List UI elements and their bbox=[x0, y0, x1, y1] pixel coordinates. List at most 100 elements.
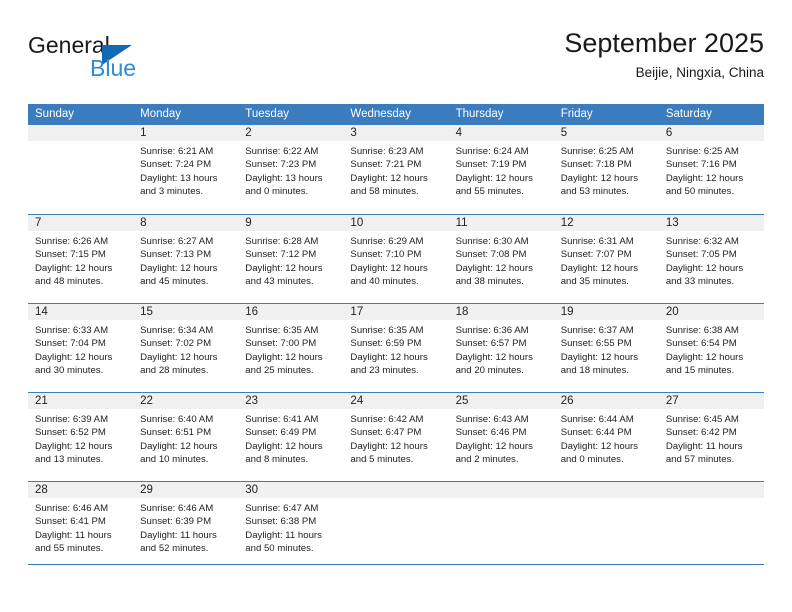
day-number bbox=[28, 125, 134, 141]
calendar-day-cell[interactable]: 13 Sunrise: 6:32 AM Sunset: 7:05 PM Dayligh… bbox=[658, 215, 764, 303]
calendar-day-cell[interactable]: 24 Sunrise: 6:42 AM Sunset: 6:47 PM Dayligh… bbox=[343, 393, 449, 481]
day-info-daylight2: and 38 minutes. bbox=[455, 275, 524, 287]
calendar-day-cell[interactable]: 3 Sunrise: 6:23 AM Sunset: 7:21 PM Daylight… bbox=[343, 125, 449, 214]
title-block: September 2025 Beijie, Ningxia, China bbox=[564, 26, 764, 84]
day-sun-info: Sunrise: 6:42 AM Sunset: 6:47 PM Daylight:… bbox=[343, 409, 448, 466]
calendar-day-cell[interactable]: 1 Sunrise: 6:21 AM Sunset: 7:24 PM Daylight… bbox=[133, 125, 239, 214]
day-number: 4 bbox=[448, 125, 554, 141]
day-info-sunset: Sunset: 6:42 PM bbox=[665, 427, 737, 439]
day-info-sunrise: Sunrise: 6:21 AM bbox=[140, 146, 214, 157]
day-info-daylight1: Daylight: 12 hours bbox=[140, 440, 218, 452]
day-info-sunset: Sunset: 7:13 PM bbox=[140, 249, 212, 261]
day-number: 15 bbox=[133, 304, 239, 320]
day-info-sunset: Sunset: 7:02 PM bbox=[140, 338, 212, 350]
day-info-daylight1: Daylight: 11 hours bbox=[245, 529, 322, 541]
day-sun-info: Sunrise: 6:46 AM Sunset: 6:41 PM Daylight:… bbox=[28, 498, 133, 555]
calendar-day-cell-empty bbox=[448, 482, 554, 564]
calendar-day-cell[interactable]: 23 Sunrise: 6:41 AM Sunset: 6:49 PM Dayligh… bbox=[238, 393, 344, 481]
day-sun-info: Sunrise: 6:37 AM Sunset: 6:55 PM Daylight:… bbox=[554, 320, 659, 377]
calendar-day-cell[interactable]: 21 Sunrise: 6:39 AM Sunset: 6:52 PM Dayligh… bbox=[28, 393, 134, 481]
calendar-day-cell[interactable]: 29 Sunrise: 6:46 AM Sunset: 6:39 PM Dayligh… bbox=[133, 482, 239, 564]
day-number bbox=[343, 482, 449, 498]
day-sun-info: Sunrise: 6:38 AM Sunset: 6:54 PM Daylight:… bbox=[659, 320, 764, 377]
day-sun-info: Sunrise: 6:31 AM Sunset: 7:07 PM Daylight:… bbox=[554, 231, 659, 288]
day-info-daylight1: Daylight: 12 hours bbox=[350, 172, 428, 184]
day-sun-info: Sunrise: 6:28 AM Sunset: 7:12 PM Daylight:… bbox=[238, 231, 343, 288]
calendar-day-cell[interactable]: 7 Sunrise: 6:26 AM Sunset: 7:15 PM Daylight… bbox=[28, 215, 134, 303]
day-info-sunrise: Sunrise: 6:43 AM bbox=[455, 414, 529, 425]
day-info-daylight1: Daylight: 13 hours bbox=[140, 172, 218, 184]
calendar-day-cell[interactable]: 19 Sunrise: 6:37 AM Sunset: 6:55 PM Dayligh… bbox=[553, 304, 659, 392]
day-info-sunset: Sunset: 7:16 PM bbox=[665, 159, 737, 171]
day-info-daylight1: Daylight: 11 hours bbox=[140, 529, 217, 541]
day-info-daylight2: and 58 minutes. bbox=[350, 185, 419, 197]
day-info-sunset: Sunset: 7:21 PM bbox=[350, 159, 422, 171]
calendar-day-cell[interactable]: 2 Sunrise: 6:22 AM Sunset: 7:23 PM Daylight… bbox=[238, 125, 344, 214]
calendar-week-row: 1 Sunrise: 6:21 AM Sunset: 7:24 PM Daylight… bbox=[28, 125, 764, 214]
day-info-sunrise: Sunrise: 6:22 AM bbox=[245, 146, 319, 157]
day-info-daylight1: Daylight: 12 hours bbox=[455, 172, 533, 184]
calendar-day-cell[interactable]: 30 Sunrise: 6:47 AM Sunset: 6:38 PM Dayligh… bbox=[238, 482, 344, 564]
calendar-day-cell[interactable]: 12 Sunrise: 6:31 AM Sunset: 7:07 PM Dayligh… bbox=[553, 215, 659, 303]
calendar-day-cell[interactable]: 9 Sunrise: 6:28 AM Sunset: 7:12 PM Daylight… bbox=[238, 215, 344, 303]
day-info-sunrise: Sunrise: 6:31 AM bbox=[560, 236, 634, 247]
calendar-day-cell[interactable]: 20 Sunrise: 6:38 AM Sunset: 6:54 PM Dayligh… bbox=[658, 304, 764, 392]
day-sun-info: Sunrise: 6:35 AM Sunset: 7:00 PM Daylight:… bbox=[238, 320, 343, 377]
day-sun-info: Sunrise: 6:34 AM Sunset: 7:02 PM Daylight:… bbox=[133, 320, 238, 377]
day-info-daylight1: Daylight: 13 hours bbox=[245, 172, 323, 184]
day-info-daylight2: and 33 minutes. bbox=[665, 275, 735, 287]
calendar-day-cell[interactable]: 17 Sunrise: 6:35 AM Sunset: 6:59 PM Dayligh… bbox=[343, 304, 449, 392]
day-info-sunset: Sunset: 7:24 PM bbox=[140, 159, 212, 171]
calendar-day-cell[interactable]: 5 Sunrise: 6:25 AM Sunset: 7:18 PM Daylight… bbox=[553, 125, 659, 214]
calendar-day-cell[interactable]: 18 Sunrise: 6:36 AM Sunset: 6:57 PM Dayligh… bbox=[448, 304, 554, 392]
day-info-sunrise: Sunrise: 6:24 AM bbox=[455, 146, 529, 157]
day-info-sunrise: Sunrise: 6:39 AM bbox=[35, 414, 109, 425]
weekday-header-monday: Monday bbox=[140, 108, 182, 120]
day-info-sunrise: Sunrise: 6:37 AM bbox=[560, 325, 634, 336]
day-info-sunset: Sunset: 6:47 PM bbox=[350, 427, 422, 439]
calendar-day-cell[interactable]: 26 Sunrise: 6:44 AM Sunset: 6:44 PM Dayligh… bbox=[553, 393, 659, 481]
day-info-sunrise: Sunrise: 6:35 AM bbox=[245, 325, 319, 336]
day-number: 8 bbox=[133, 215, 239, 231]
calendar-day-cell[interactable]: 28 Sunrise: 6:46 AM Sunset: 6:41 PM Dayligh… bbox=[28, 482, 134, 564]
calendar-day-cell[interactable]: 4 Sunrise: 6:24 AM Sunset: 7:19 PM Daylight… bbox=[448, 125, 554, 214]
calendar-day-cell[interactable]: 6 Sunrise: 6:25 AM Sunset: 7:16 PM Daylight… bbox=[658, 125, 764, 214]
day-info-sunrise: Sunrise: 6:47 AM bbox=[245, 503, 319, 514]
calendar-day-cell[interactable]: 16 Sunrise: 6:35 AM Sunset: 7:00 PM Dayligh… bbox=[238, 304, 344, 392]
calendar-day-cell[interactable]: 27 Sunrise: 6:45 AM Sunset: 6:42 PM Dayligh… bbox=[658, 393, 764, 481]
day-info-daylight1: Daylight: 12 hours bbox=[455, 440, 533, 452]
day-info-sunset: Sunset: 6:55 PM bbox=[560, 338, 632, 350]
calendar-day-cell-empty bbox=[658, 482, 764, 564]
day-info-daylight1: Daylight: 12 hours bbox=[350, 351, 428, 363]
day-number: 12 bbox=[553, 215, 659, 231]
day-info-sunset: Sunset: 7:19 PM bbox=[455, 159, 527, 171]
day-sun-info: Sunrise: 6:47 AM Sunset: 6:38 PM Daylight:… bbox=[238, 498, 343, 555]
calendar-day-cell-empty bbox=[343, 482, 449, 564]
day-number: 26 bbox=[553, 393, 659, 409]
day-info-sunset: Sunset: 7:00 PM bbox=[245, 338, 317, 350]
day-info-daylight2: and 8 minutes. bbox=[245, 453, 309, 465]
day-info-sunset: Sunset: 7:04 PM bbox=[35, 338, 106, 350]
day-info-sunset: Sunset: 7:23 PM bbox=[245, 159, 317, 171]
day-sun-info: Sunrise: 6:32 AM Sunset: 7:05 PM Daylight:… bbox=[659, 231, 764, 288]
calendar-day-cell[interactable]: 10 Sunrise: 6:29 AM Sunset: 7:10 PM Dayligh… bbox=[343, 215, 449, 303]
day-sun-info: Sunrise: 6:45 AM Sunset: 6:42 PM Daylight:… bbox=[659, 409, 764, 466]
day-info-sunset: Sunset: 7:12 PM bbox=[245, 249, 317, 261]
day-info-daylight2: and 40 minutes. bbox=[350, 275, 419, 287]
calendar-day-cell[interactable]: 14 Sunrise: 6:33 AM Sunset: 7:04 PM Dayligh… bbox=[28, 304, 134, 392]
day-info-daylight2: and 57 minutes. bbox=[665, 453, 735, 465]
day-info-sunset: Sunset: 7:05 PM bbox=[665, 249, 737, 261]
calendar-day-cell[interactable]: 22 Sunrise: 6:40 AM Sunset: 6:51 PM Dayligh… bbox=[133, 393, 239, 481]
calendar-day-cell[interactable]: 11 Sunrise: 6:30 AM Sunset: 7:08 PM Dayligh… bbox=[448, 215, 554, 303]
day-info-daylight2: and 15 minutes. bbox=[665, 364, 735, 376]
day-sun-info: Sunrise: 6:39 AM Sunset: 6:52 PM Daylight:… bbox=[28, 409, 133, 466]
day-info-sunrise: Sunrise: 6:46 AM bbox=[35, 503, 109, 514]
page-title: September 2025 bbox=[564, 28, 764, 58]
calendar-day-cell[interactable]: 25 Sunrise: 6:43 AM Sunset: 6:46 PM Dayligh… bbox=[448, 393, 554, 481]
day-info-sunrise: Sunrise: 6:40 AM bbox=[140, 414, 214, 425]
day-sun-info: Sunrise: 6:29 AM Sunset: 7:10 PM Daylight:… bbox=[343, 231, 448, 288]
calendar-day-cell[interactable]: 15 Sunrise: 6:34 AM Sunset: 7:02 PM Dayligh… bbox=[133, 304, 239, 392]
calendar-day-cell[interactable]: 8 Sunrise: 6:27 AM Sunset: 7:13 PM Daylight… bbox=[133, 215, 239, 303]
day-info-daylight1: Daylight: 12 hours bbox=[560, 262, 639, 274]
day-info-sunrise: Sunrise: 6:41 AM bbox=[245, 414, 319, 425]
